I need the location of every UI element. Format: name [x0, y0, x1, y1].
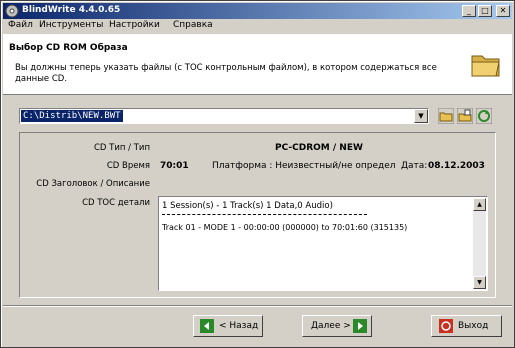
scroll-down-icon[interactable]: ▼: [473, 276, 486, 289]
open-file-icon[interactable]: [457, 108, 473, 124]
close-button[interactable]: ✕: [496, 5, 510, 17]
cd-title-label: CD Заголовок / Описание: [36, 179, 150, 189]
toc-track-line: Track 01 - MODE 1 - 00:00:00 (000000) to…: [162, 223, 408, 232]
cd-toc-label: CD TOC детали: [82, 198, 150, 208]
menu-file[interactable]: Файл: [8, 20, 33, 30]
next-label: Далее >: [311, 321, 351, 331]
folder-icon: [471, 55, 500, 77]
toc-divider: [162, 214, 367, 215]
arrow-right-icon: [353, 319, 367, 333]
date-value: 08.12.2003: [428, 161, 485, 171]
page-title: Выбор CD ROM Образа: [9, 43, 128, 53]
browse-folder-icon[interactable]: [438, 108, 454, 124]
minimize-button[interactable]: _: [462, 5, 476, 17]
back-label: < Назад: [219, 321, 259, 331]
exit-button[interactable]: Выход: [431, 315, 502, 337]
menu-tools[interactable]: Инструменты: [39, 20, 103, 30]
title-bar[interactable]: BlindWrite 4.4.0.65 _ □ ✕: [3, 3, 512, 19]
main-window: BlindWrite 4.4.0.65 _ □ ✕ Файл Инструмен…: [0, 0, 515, 348]
menu-settings[interactable]: Настройки: [109, 20, 160, 30]
cd-time-value: 70:01: [160, 161, 189, 171]
menu-bar: Файл Инструменты Настройки Справка: [3, 19, 512, 33]
next-button[interactable]: Далее >: [302, 315, 372, 337]
cd-time-label: CD Время: [106, 161, 150, 171]
exit-icon: [439, 319, 453, 333]
scroll-up-icon[interactable]: ▲: [473, 198, 486, 211]
maximize-button[interactable]: □: [478, 5, 492, 17]
toc-summary-line: 1 Session(s) - 1 Track(s) 1 Data,0 Audio…: [162, 201, 333, 211]
back-button[interactable]: < Назад: [193, 315, 263, 337]
cd-type-value: PC-CDROM / NEW: [275, 143, 363, 153]
toc-details-textbox[interactable]: 1 Session(s) - 1 Track(s) 1 Data,0 Audio…: [158, 196, 488, 291]
menu-help[interactable]: Справка: [173, 20, 213, 30]
platform-text: Платформа : Неизвестный/не определ: [212, 161, 396, 171]
page-description: Вы должны теперь указать файлы (с TOC ко…: [15, 63, 437, 84]
date-label: Дата:: [401, 161, 428, 171]
cd-info-panel: CD Тип / Тип PC-CDROM / NEW CD Время 70:…: [19, 132, 496, 298]
cd-type-label: CD Тип / Тип: [94, 143, 150, 153]
wizard-header: Выбор CD ROM Образа Вы должны теперь ука…: [3, 34, 512, 95]
path-combobox[interactable]: C:\Distrib\NEW.BWT ▼: [19, 108, 429, 124]
refresh-icon[interactable]: [476, 108, 492, 124]
arrow-left-icon: [200, 319, 214, 333]
toc-scrollbar[interactable]: ▲ ▼: [473, 198, 486, 289]
path-value: C:\Distrib\NEW.BWT: [21, 110, 123, 122]
app-icon: [5, 4, 19, 18]
footer-divider: [3, 305, 512, 307]
window-title: BlindWrite 4.4.0.65: [22, 5, 121, 15]
exit-label: Выход: [458, 321, 489, 331]
chevron-down-icon[interactable]: ▼: [414, 109, 428, 123]
